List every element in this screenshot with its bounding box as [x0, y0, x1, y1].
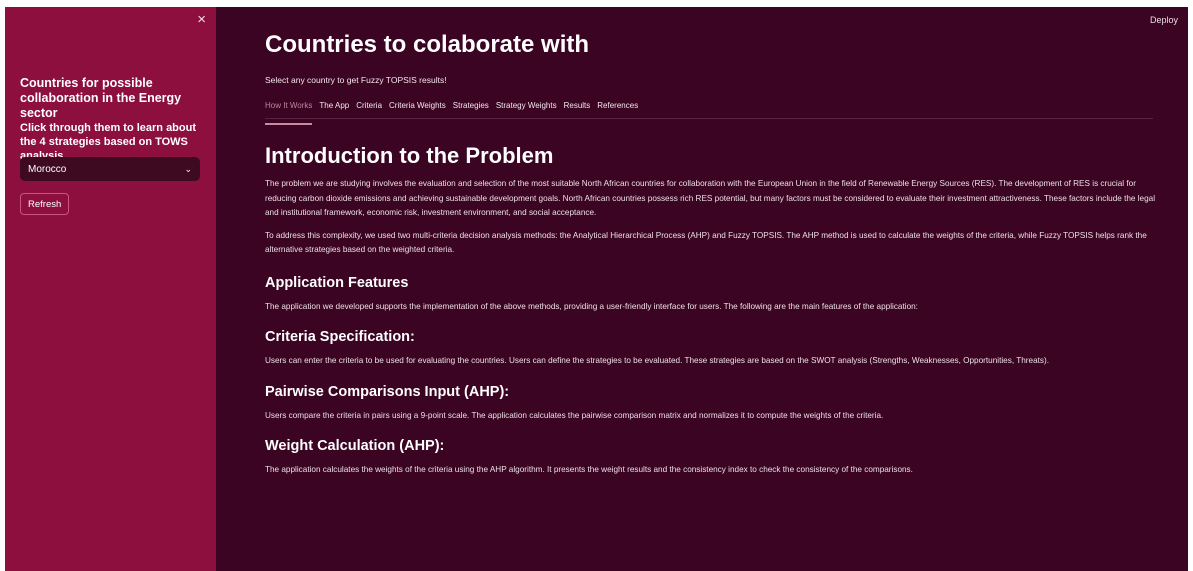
- content-column: Countries to colaborate with Select any …: [265, 29, 1165, 478]
- deploy-button[interactable]: Deploy: [1150, 15, 1178, 25]
- pairwise-heading: Pairwise Comparisons Input (AHP):: [265, 383, 510, 400]
- features-heading: Application Features: [265, 274, 409, 291]
- tab-the-app[interactable]: The App: [319, 101, 349, 118]
- tab-results[interactable]: Results: [564, 101, 591, 118]
- app-window: × Countries for possible collaboration i…: [5, 7, 1188, 571]
- tab-strategy-weights[interactable]: Strategy Weights: [496, 101, 557, 118]
- weight-calc-heading: Weight Calculation (AHP):: [265, 438, 445, 454]
- tab-criteria-weights[interactable]: Criteria Weights: [389, 101, 446, 118]
- criteria-spec-paragraph: Users can enter the criteria to be used …: [265, 356, 1049, 365]
- features-paragraph: The application we developed supports th…: [265, 301, 918, 311]
- main-content: Deploy Countries to colaborate with Sele…: [216, 7, 1188, 571]
- page-subtitle: Select any country to get Fuzzy TOPSIS r…: [265, 75, 447, 85]
- tab-strategies[interactable]: Strategies: [453, 101, 489, 118]
- country-select[interactable]: Morocco ⌄: [20, 157, 200, 181]
- pairwise-paragraph: Users compare the criteria in pairs usin…: [265, 410, 884, 420]
- tab-how-it-works[interactable]: How It Works: [265, 101, 313, 125]
- chevron-down-icon: ⌄: [184, 163, 192, 174]
- tab-bar: How It Works The App Criteria Criteria W…: [265, 101, 1153, 125]
- intro-paragraph-2: To address this complexity, we used two …: [265, 230, 1147, 255]
- weight-calc-paragraph: The application calculates the weights o…: [265, 465, 913, 474]
- close-sidebar-icon[interactable]: ×: [197, 12, 206, 27]
- sidebar: × Countries for possible collaboration i…: [5, 7, 216, 571]
- tab-criteria[interactable]: Criteria: [356, 101, 382, 118]
- tab-references[interactable]: References: [597, 101, 638, 118]
- refresh-button[interactable]: Refresh: [20, 193, 70, 215]
- criteria-spec-heading: Criteria Specification:: [265, 329, 415, 345]
- intro-paragraph-1: The problem we are studying involves the…: [265, 179, 1156, 217]
- intro-heading: Introduction to the Problem: [265, 143, 554, 168]
- country-select-value: Morocco: [28, 163, 67, 175]
- page-title: Countries to colaborate with: [265, 31, 590, 58]
- sidebar-title: Countries for possible collaboration in …: [20, 76, 182, 120]
